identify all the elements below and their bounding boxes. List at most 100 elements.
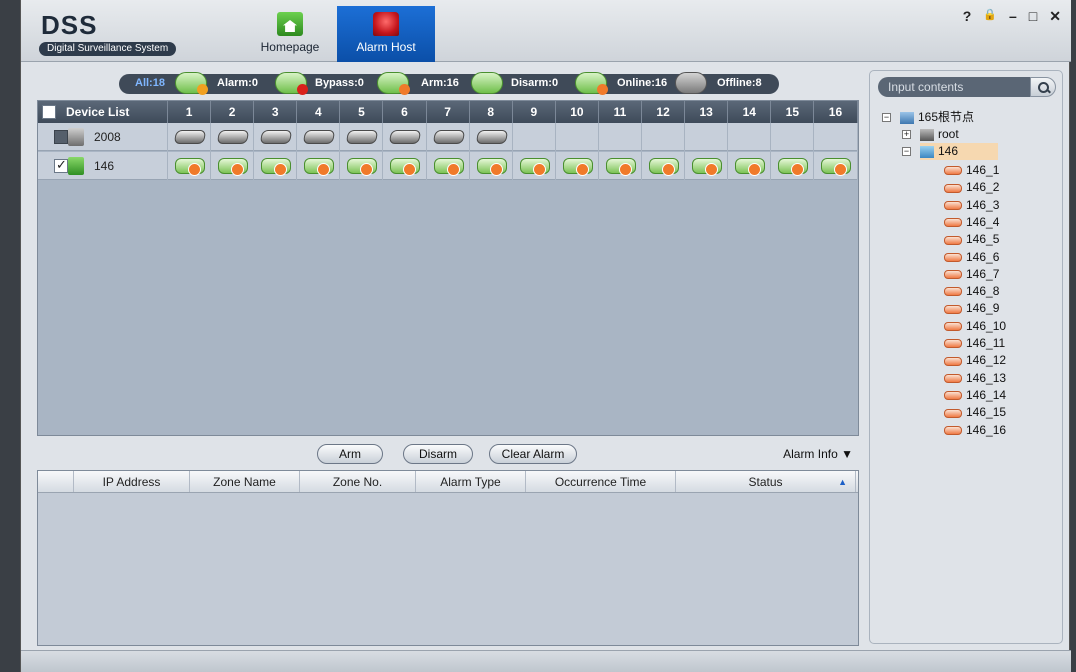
alarm-column-header[interactable]: Alarm Type [416, 471, 526, 492]
zone-column-header: 11 [599, 101, 643, 123]
tree-zone-node-label: 146_12 [966, 353, 1007, 368]
status-disarm[interactable]: Disarm:0 [511, 77, 558, 89]
zone-icon [944, 425, 962, 435]
zone-cell[interactable] [642, 123, 686, 151]
zone-cell[interactable] [470, 152, 513, 180]
zone-cell[interactable] [771, 123, 815, 151]
zone-icon [944, 391, 962, 401]
zone-cell[interactable] [168, 123, 212, 151]
zone-cell[interactable] [470, 123, 513, 151]
status-bypass[interactable]: Bypass:0 [315, 77, 364, 89]
minimize-button[interactable]: – [1009, 8, 1017, 25]
collapse-icon[interactable]: − [902, 147, 911, 156]
clear-alarm-button[interactable]: Clear Alarm [489, 444, 577, 464]
search-input[interactable] [878, 77, 1030, 97]
help-button[interactable]: ? [963, 8, 972, 25]
tree-node-root[interactable]: + root [902, 126, 959, 143]
zone-cell[interactable] [340, 152, 384, 180]
device-row[interactable]: 146 [38, 152, 858, 180]
device-zone-grid: Device List12345678910111213141516 20081… [37, 100, 859, 436]
tree-zone-node[interactable]: 146_12 [944, 352, 1006, 369]
tree-zone-node[interactable]: 146_10 [944, 318, 1006, 335]
alarm-column-header[interactable]: Zone No. [300, 471, 416, 492]
zone-armed-icon [605, 158, 636, 176]
tree-node-root-label: root [938, 127, 959, 141]
zone-cell[interactable] [599, 152, 643, 180]
alarm-column-header[interactable]: IP Address [74, 471, 190, 492]
zone-cell[interactable] [211, 123, 255, 151]
zone-cell[interactable] [383, 152, 427, 180]
disarm-button[interactable]: Disarm [403, 444, 473, 464]
zone-cell[interactable] [168, 152, 212, 180]
zone-column-header: 4 [297, 101, 341, 123]
zone-cell[interactable] [771, 152, 815, 180]
alarm-column-header[interactable]: Occurrence Time [526, 471, 676, 492]
zone-cell[interactable] [513, 123, 556, 151]
status-alarm[interactable]: Alarm:0 [217, 77, 258, 89]
status-arm[interactable]: Arm:16 [421, 77, 459, 89]
tree-zone-node[interactable]: 146_16 [944, 422, 1006, 439]
zone-cell[interactable] [427, 152, 470, 180]
alarm-info-toggle[interactable]: Alarm Info ▼ [783, 447, 853, 461]
tree-zone-node[interactable]: 146_3 [944, 197, 999, 214]
zone-cell[interactable] [254, 152, 298, 180]
zone-cell[interactable] [427, 123, 470, 151]
tree-zone-node[interactable]: 146_2 [944, 179, 999, 196]
tree-zone-node[interactable]: 146_6 [944, 249, 999, 266]
online-status-icon [575, 72, 608, 95]
tree-zone-node[interactable]: 146_7 [944, 266, 999, 283]
device-tree-panel: − 165根节点 + root − 146 146_1 146_2 146_3 146_4 146_… [869, 70, 1063, 644]
zone-icon [944, 287, 962, 297]
zone-cell[interactable] [556, 152, 599, 180]
search-icon[interactable] [1030, 77, 1056, 97]
zone-cell[interactable] [383, 123, 427, 151]
zone-cell[interactable] [254, 123, 298, 151]
arm-button[interactable]: Arm [317, 444, 383, 464]
zone-cell[interactable] [685, 123, 729, 151]
status-offline[interactable]: Offline:8 [717, 77, 762, 89]
select-all-checkbox[interactable] [42, 105, 56, 119]
lock-button[interactable]: 🔒 [983, 8, 997, 25]
disarm-status-icon [471, 72, 503, 94]
tree-zone-node[interactable]: 146_8 [944, 283, 999, 300]
tree-node-146[interactable]: − 146 [902, 143, 999, 160]
sort-asc-icon[interactable]: ▲ [838, 471, 847, 493]
zone-cell[interactable] [728, 123, 772, 151]
alarm-column-header[interactable]: Status ▲ [676, 471, 856, 492]
close-button[interactable]: ✕ [1049, 8, 1061, 25]
status-all[interactable]: All:18 [135, 77, 165, 89]
tab-alarm-host[interactable]: Alarm Host [337, 6, 435, 62]
tree-zone-node[interactable]: 146_11 [944, 335, 1005, 352]
zone-cell[interactable] [513, 152, 556, 180]
tree-zone-node[interactable]: 146_14 [944, 387, 1006, 404]
bottom-status-strip [21, 650, 1071, 672]
zone-cell[interactable] [297, 152, 341, 180]
tab-homepage[interactable]: Homepage [241, 6, 339, 62]
zone-cell[interactable] [685, 152, 729, 180]
maximize-button[interactable]: □ [1029, 8, 1037, 25]
tree-zone-node[interactable]: 146_4 [944, 214, 999, 231]
alarm-column-header[interactable]: Zone Name [190, 471, 300, 492]
device-row[interactable]: 2008 [38, 123, 858, 151]
tree-zone-node[interactable]: 146_5 [944, 231, 999, 248]
zone-cell[interactable] [340, 123, 384, 151]
tree-zone-node[interactable]: 146_15 [944, 404, 1006, 421]
zone-cell[interactable] [556, 123, 599, 151]
zone-cell[interactable] [728, 152, 772, 180]
zone-cell[interactable] [814, 123, 858, 151]
zone-cell[interactable] [211, 152, 255, 180]
zone-cell[interactable] [642, 152, 686, 180]
expand-icon[interactable]: + [902, 130, 911, 139]
zone-cell[interactable] [297, 123, 341, 151]
tree-zone-node[interactable]: 146_1 [944, 162, 999, 179]
collapse-icon[interactable]: − [882, 113, 891, 122]
tree-zone-node[interactable]: 146_9 [944, 300, 999, 317]
tree-root-node[interactable]: − 165根节点 [882, 109, 974, 126]
device-checkbox[interactable] [54, 130, 68, 144]
device-checkbox[interactable] [54, 157, 68, 173]
zone-cell[interactable] [814, 152, 858, 180]
zone-cell[interactable] [599, 123, 643, 151]
alarm-table: IP Address Zone Name Zone No. Alarm Type Occ… [37, 470, 859, 646]
status-online[interactable]: Online:16 [617, 77, 667, 89]
tree-zone-node[interactable]: 146_13 [944, 370, 1006, 387]
